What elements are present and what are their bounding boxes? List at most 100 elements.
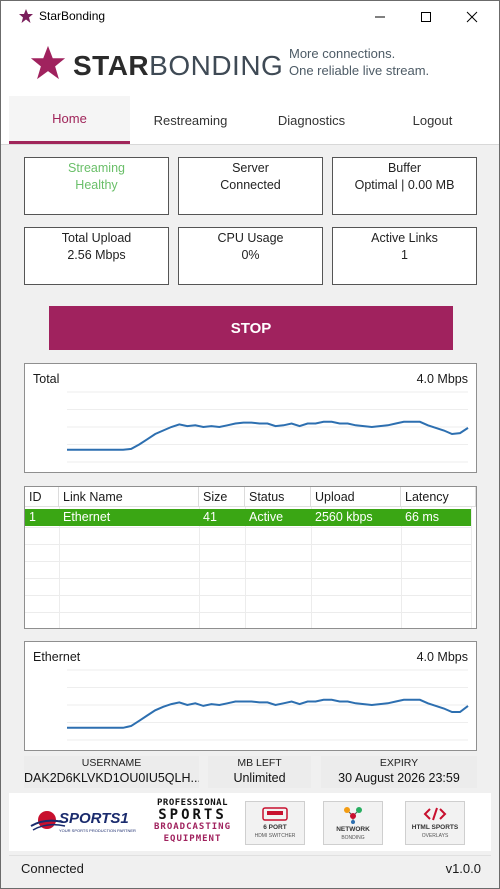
tagline-line-1: More connections.	[289, 46, 396, 61]
ethernet-chart-plot	[67, 669, 469, 741]
stat-server-value: Connected	[220, 178, 281, 192]
tab-bar: Home Restreaming Diagnostics Logout	[1, 96, 499, 145]
username-value: DAK2D6KLVKD1OU0IU5QLH...	[24, 771, 199, 785]
ethernet-chart-max-label: 4.0 Mbps	[416, 650, 468, 664]
minimize-button[interactable]	[357, 1, 403, 32]
window-title: StarBonding	[39, 9, 106, 23]
table-grid-line	[25, 578, 471, 579]
tab-diagnostics[interactable]: Diagnostics	[251, 96, 372, 144]
stat-total-upload-label: Total Upload	[61, 231, 132, 245]
sports1-logo[interactable]: SPORTS1 YOUR SPORTS PRODUCTION PARTNER	[29, 808, 139, 836]
col-header-link-name[interactable]: Link Name	[59, 487, 199, 507]
col-header-size[interactable]: Size	[199, 487, 245, 507]
total-chart: Total 4.0 Mbps	[24, 363, 477, 473]
col-header-upload[interactable]: Upload	[311, 487, 401, 507]
close-button[interactable]	[449, 1, 495, 32]
pro-line-3: BROADCASTING	[154, 822, 232, 832]
maximize-button[interactable]	[403, 1, 449, 32]
cell-status: Active	[249, 510, 284, 524]
cell-upload: 2560 kbps	[315, 510, 373, 524]
mb-left-value: Unlimited	[233, 771, 286, 785]
brand-name-bold: STAR	[73, 50, 150, 81]
table-grid-line	[25, 612, 471, 613]
title-bar: StarBonding	[1, 1, 499, 32]
ethernet-chart-gridlines	[67, 669, 468, 741]
table-grid-line	[25, 595, 471, 596]
expiry-value: 30 August 2026 23:59	[338, 771, 460, 785]
app-star-icon	[19, 9, 33, 23]
links-table-header: ID Link Name Size Status Upload Latency	[25, 487, 476, 507]
product-network-title: NETWORK	[336, 826, 370, 833]
brand-header: STARBONDING More connections. One reliab…	[1, 32, 499, 96]
app-window: StarBonding STARBONDING More connections…	[0, 0, 500, 889]
ethernet-chart-series-line	[67, 698, 469, 729]
professional-sports-logo[interactable]: PROFESSIONAL SPORTS BROADCASTING EQUIPME…	[154, 797, 231, 845]
product-network-sub: BONDING	[341, 835, 365, 841]
partner-logos: SPORTS1 YOUR SPORTS PRODUCTION PARTNER P…	[9, 793, 491, 851]
total-chart-series-line	[67, 420, 469, 451]
product-hdmi-title: 6 PORT	[263, 824, 287, 831]
stat-cpu-usage-value: 0%	[241, 248, 260, 262]
brand-tagline: More connections. One reliable live stre…	[289, 45, 429, 79]
cell-id: 1	[29, 510, 36, 524]
stat-buffer: Buffer Optimal | 0.00 MB	[332, 157, 477, 215]
pro-line-4: EQUIPMENT	[163, 834, 222, 844]
brand-name-light: BONDING	[149, 50, 284, 81]
stat-active-links-label: Active Links	[371, 231, 438, 245]
mb-left-panel: MB LEFT Unlimited	[208, 756, 311, 788]
stat-active-links: Active Links 1	[332, 227, 477, 285]
cell-size: 41	[203, 510, 217, 524]
col-header-id[interactable]: ID	[25, 487, 59, 507]
product-network-bonding[interactable]: NETWORK BONDING	[323, 801, 383, 845]
table-grid-line	[25, 561, 471, 562]
stat-total-upload: Total Upload 2.56 Mbps	[24, 227, 169, 285]
sports1-subline: YOUR SPORTS PRODUCTION PARTNER	[59, 828, 136, 833]
stat-active-links-value: 1	[401, 248, 408, 262]
stat-streaming-value: Healthy	[75, 178, 118, 192]
close-icon	[466, 11, 478, 22]
mb-left-label: MB LEFT	[237, 757, 282, 769]
connection-status: Connected	[21, 861, 84, 876]
status-bar: Connected v1.0.0	[9, 855, 491, 881]
cell-latency: 66 ms	[405, 510, 440, 524]
stat-server: Server Connected	[178, 157, 323, 215]
total-chart-max-label: 4.0 Mbps	[416, 372, 468, 386]
col-header-latency[interactable]: Latency	[401, 487, 476, 507]
ethernet-chart: Ethernet 4.0 Mbps	[24, 641, 477, 751]
sports1-wordmark: SPORTS1	[59, 810, 129, 827]
stat-cpu-usage: CPU Usage 0%	[178, 227, 323, 285]
product-html-sub: OVERLAYS	[421, 833, 449, 839]
links-table[interactable]: ID Link Name Size Status Upload Latency …	[24, 486, 477, 629]
tab-logout[interactable]: Logout	[372, 96, 493, 144]
table-grid-line	[471, 507, 472, 628]
expiry-label: EXPIRY	[379, 757, 419, 769]
maximize-icon	[421, 11, 431, 22]
total-chart-label: Total	[33, 372, 60, 386]
stat-buffer-label: Buffer	[387, 161, 422, 175]
stat-buffer-value: Optimal | 0.00 MB	[354, 178, 455, 192]
product-hdmi-switcher[interactable]: 6 PORT HDMI SWITCHER	[245, 801, 305, 845]
col-header-status[interactable]: Status	[245, 487, 311, 507]
network-nodes-icon	[344, 807, 362, 824]
username-panel: USERNAME DAK2D6KLVKD1OU0IU5QLH...	[24, 756, 199, 788]
brand-wordmark: STARBONDING	[73, 50, 283, 82]
code-icon	[423, 807, 447, 821]
table-grid-line	[25, 544, 471, 545]
stat-server-label: Server	[232, 161, 269, 175]
stop-button[interactable]: STOP	[49, 306, 453, 350]
minimize-icon	[375, 16, 385, 17]
hdmi-port-icon	[262, 807, 288, 821]
expiry-panel: EXPIRY 30 August 2026 23:59	[321, 756, 477, 788]
total-chart-plot	[67, 391, 469, 463]
product-html-overlays[interactable]: HTML SPORTS OVERLAYS	[405, 801, 465, 845]
stat-total-upload-value: 2.56 Mbps	[67, 248, 126, 262]
pro-line-2: SPORTS	[158, 807, 227, 823]
table-row[interactable]: 1 Ethernet 41 Active 2560 kbps 66 ms	[25, 509, 471, 526]
stat-streaming-label: Streaming	[68, 161, 125, 175]
product-html-title: HTML SPORTS	[411, 824, 459, 831]
tab-restreaming[interactable]: Restreaming	[130, 96, 251, 144]
tagline-line-2: One reliable live stream.	[289, 63, 430, 78]
tab-home[interactable]: Home	[9, 96, 130, 144]
stat-streaming: Streaming Healthy	[24, 157, 169, 215]
table-grid-line	[25, 527, 471, 528]
